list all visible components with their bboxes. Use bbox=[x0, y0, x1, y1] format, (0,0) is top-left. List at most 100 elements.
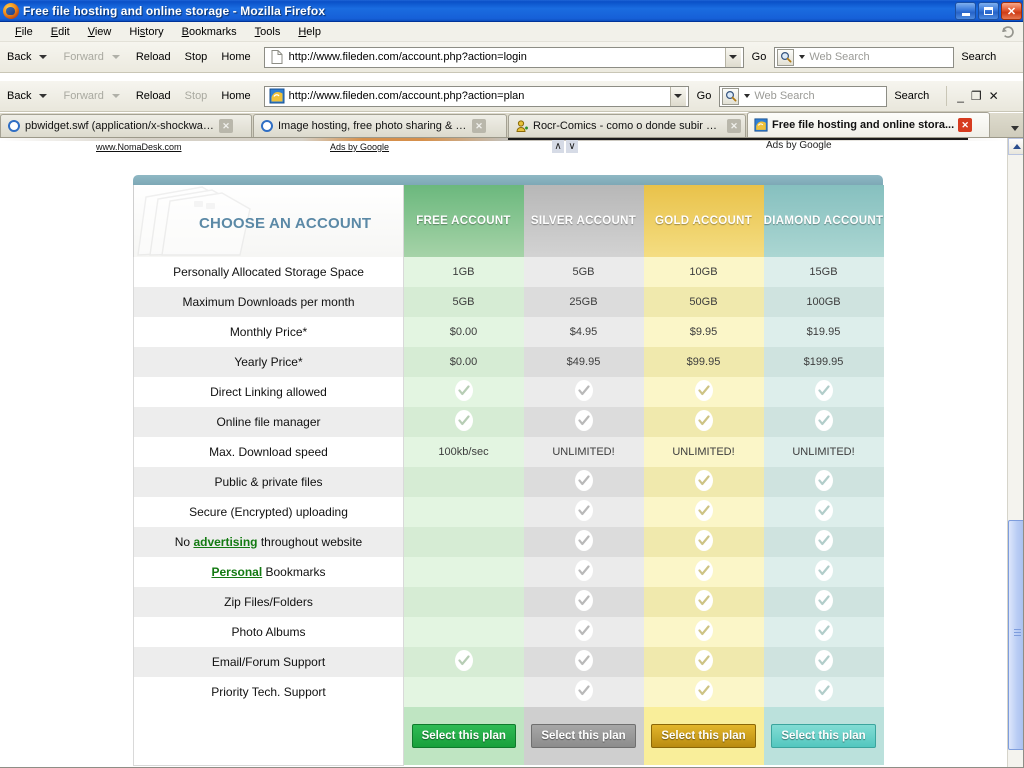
tab-close-button[interactable]: ✕ bbox=[219, 119, 233, 133]
stop-button-1[interactable]: Stop bbox=[178, 48, 215, 66]
select-plan-diamond-button[interactable]: Select this plan bbox=[771, 724, 876, 748]
menu-item-edit[interactable]: Edit bbox=[42, 24, 79, 40]
url-dropdown-2[interactable] bbox=[669, 86, 686, 106]
url-bar-2[interactable]: http://www.fileden.com/account.php?actio… bbox=[263, 85, 689, 107]
window-titlebar: Free file hosting and online storage - M… bbox=[0, 0, 1024, 22]
plan-feature-value-diamond bbox=[763, 467, 884, 497]
select-plan-gold-button[interactable]: Select this plan bbox=[651, 724, 756, 748]
search-box-1[interactable]: Web Search bbox=[774, 46, 955, 68]
tab-pbwidget[interactable]: pbwidget.swf (application/x-shockwav... … bbox=[0, 114, 252, 137]
ad-nomadesk-link[interactable]: www.NomaDesk.com bbox=[96, 142, 182, 152]
menu-item-file[interactable]: File bbox=[6, 24, 42, 40]
search-engine-icon-1[interactable] bbox=[777, 48, 795, 66]
reload-button-1[interactable]: Reload bbox=[129, 48, 178, 66]
checkmark-icon bbox=[574, 650, 593, 671]
go-button-2[interactable]: Go bbox=[689, 90, 720, 102]
forward-button-1[interactable]: Forward bbox=[56, 48, 110, 66]
tab-list-dropdown-icon[interactable] bbox=[1011, 126, 1019, 131]
search-input-1[interactable]: Web Search bbox=[809, 51, 869, 63]
plan-header-diamond: DIAMOND ACCOUNT bbox=[763, 185, 884, 257]
back-dropdown-1[interactable] bbox=[39, 55, 48, 59]
search-box-2[interactable]: Web Search bbox=[719, 85, 888, 107]
firefox-logo-icon bbox=[3, 2, 19, 19]
plan-feature-value-gold: $99.95 bbox=[643, 347, 764, 377]
table-row: Online file manager bbox=[133, 407, 884, 437]
search-engine-dropdown-2[interactable] bbox=[744, 94, 751, 98]
plan-feature-value-silver bbox=[523, 377, 644, 407]
forward-dropdown-2[interactable] bbox=[111, 94, 120, 98]
plan-feature-value-free bbox=[403, 377, 524, 407]
tab-image-hosting[interactable]: Image hosting, free photo sharing & v...… bbox=[253, 114, 507, 137]
forward-button-2[interactable]: Forward bbox=[56, 87, 110, 105]
ad-arrow-up-icon[interactable]: ∧ bbox=[552, 140, 564, 153]
inner-minimize-button[interactable]: _ bbox=[957, 90, 964, 102]
plan-feature-value-silver: $49.95 bbox=[523, 347, 644, 377]
window-close-button[interactable]: ✕ bbox=[1001, 2, 1022, 20]
back-button-2[interactable]: Back bbox=[0, 87, 38, 105]
plan-feature-value-silver bbox=[523, 467, 644, 497]
checkmark-icon bbox=[574, 380, 593, 401]
search-input-2[interactable]: Web Search bbox=[754, 90, 814, 102]
ad-arrow-down-icon[interactable]: ∨ bbox=[566, 140, 578, 153]
go-button-1[interactable]: Go bbox=[744, 51, 775, 63]
search-engine-icon-2[interactable] bbox=[722, 87, 740, 105]
url-bar-1[interactable]: http://www.fileden.com/account.php?actio… bbox=[263, 46, 744, 68]
menubar-refresh-icon[interactable] bbox=[1000, 24, 1016, 40]
select-plan-free-button[interactable]: Select this plan bbox=[411, 724, 516, 748]
inner-restore-button[interactable]: ❐ bbox=[971, 90, 982, 102]
plan-feature-value-silver: UNLIMITED! bbox=[523, 437, 644, 467]
page-vertical-scrollbar[interactable] bbox=[1007, 138, 1024, 768]
menu-item-bookmarks[interactable]: Bookmarks bbox=[173, 24, 246, 40]
back-button-1[interactable]: Back bbox=[0, 48, 38, 66]
checkmark-icon bbox=[694, 380, 713, 401]
menu-item-help[interactable]: Help bbox=[289, 24, 330, 40]
plan-feature-value-gold: 10GB bbox=[643, 257, 764, 287]
plan-feature-value-free bbox=[403, 407, 524, 437]
tab-rocr-comics[interactable]: Rocr-Comics - como o donde subir ani... … bbox=[508, 114, 746, 137]
plan-feature-label: Public & private files bbox=[133, 467, 404, 497]
url-text-1: http://www.fileden.com/account.php?actio… bbox=[288, 51, 527, 63]
plan-feature-value-silver bbox=[523, 647, 644, 677]
ads-by-google-left[interactable]: Ads by Google bbox=[330, 142, 389, 152]
inner-close-button[interactable]: ✕ bbox=[989, 90, 999, 102]
home-button-1[interactable]: Home bbox=[214, 48, 257, 66]
search-button-2[interactable]: Search bbox=[887, 90, 936, 102]
window-maximize-button[interactable] bbox=[978, 2, 999, 20]
stop-button-2[interactable]: Stop bbox=[178, 87, 215, 105]
tab-close-button[interactable]: ✕ bbox=[472, 119, 486, 133]
menu-item-tools[interactable]: Tools bbox=[246, 24, 290, 40]
plan-feature-value-diamond bbox=[763, 497, 884, 527]
feature-inline-link[interactable]: advertising bbox=[193, 535, 257, 549]
fileden-favicon bbox=[754, 118, 768, 132]
tab-fileden-active[interactable]: Free file hosting and online stora... ✕ bbox=[747, 112, 990, 137]
plan-header-gold: GOLD ACCOUNT bbox=[643, 185, 764, 257]
plan-brand-cell: CHOOSE AN ACCOUNT bbox=[133, 185, 404, 257]
tab-close-button[interactable]: ✕ bbox=[727, 119, 741, 133]
checkmark-icon bbox=[694, 530, 713, 551]
menu-item-view[interactable]: View bbox=[79, 24, 121, 40]
scroll-up-arrow-icon[interactable] bbox=[1008, 138, 1024, 155]
plan-feature-value-gold: 50GB bbox=[643, 287, 764, 317]
tab-close-button[interactable]: ✕ bbox=[958, 118, 973, 132]
reload-button-2[interactable]: Reload bbox=[129, 87, 178, 105]
feature-inline-link[interactable]: Personal bbox=[211, 565, 262, 579]
checkmark-icon bbox=[814, 620, 833, 641]
home-button-2[interactable]: Home bbox=[214, 87, 257, 105]
url-dropdown-1[interactable] bbox=[724, 47, 741, 67]
table-row: Monthly Price* $0.00 $4.95 $9.95 $19.95 bbox=[133, 317, 884, 347]
checkmark-icon bbox=[574, 680, 593, 701]
checkmark-icon bbox=[574, 410, 593, 431]
page-content: www.NomaDesk.com Ads by Google Ads by Go… bbox=[0, 138, 1007, 768]
window-minimize-button[interactable] bbox=[955, 2, 976, 20]
select-plan-silver-button[interactable]: Select this plan bbox=[531, 724, 636, 748]
plan-feature-value-silver bbox=[523, 677, 644, 707]
ads-by-google-right[interactable]: Ads by Google bbox=[766, 140, 832, 151]
search-engine-dropdown-1[interactable] bbox=[799, 55, 806, 59]
menu-item-history[interactable]: History bbox=[120, 24, 172, 40]
search-button-1[interactable]: Search bbox=[954, 51, 1003, 63]
scrollbar-thumb[interactable] bbox=[1008, 520, 1024, 750]
plan-header-silver: SILVER ACCOUNT bbox=[523, 185, 644, 257]
scrollbar-grip-icon bbox=[1014, 629, 1021, 638]
back-dropdown-2[interactable] bbox=[39, 94, 48, 98]
forward-dropdown-1[interactable] bbox=[111, 55, 120, 59]
